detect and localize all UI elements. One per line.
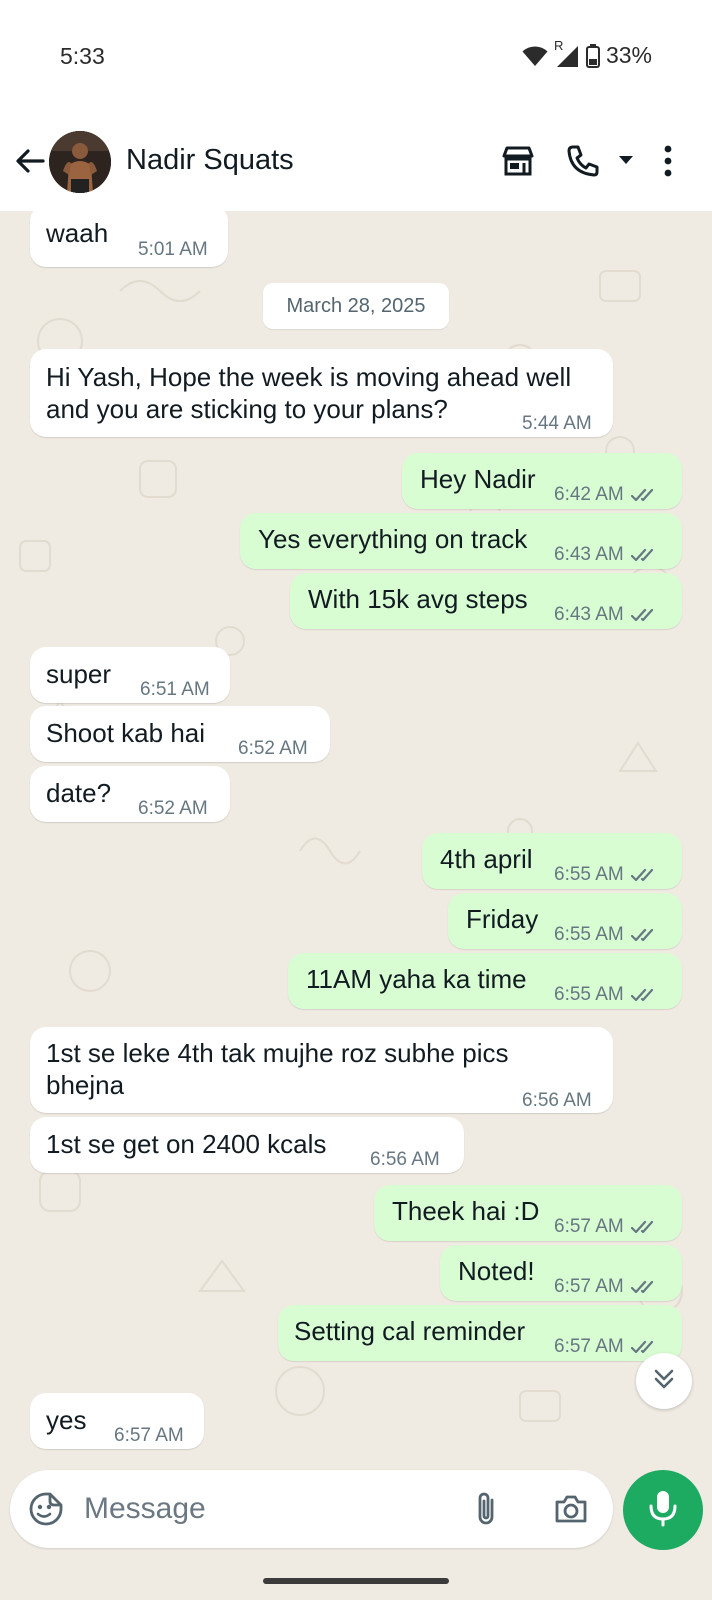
message-bubble-incoming[interactable]: 1st se get on 2400 kcals 6:56 AM [30,1117,464,1173]
phone-icon[interactable] [565,143,601,184]
message-bubble-outgoing[interactable]: Hey Nadir 6:42 AM [402,453,682,509]
status-time: 5:33 [60,43,105,69]
avatar[interactable] [49,131,111,193]
message-bubble-outgoing[interactable]: 4th april 6:55 AM [422,833,682,889]
message-time: 6:56 AM [522,1090,592,1111]
message-time: 6:52 AM [138,798,208,819]
message-bubble-incoming[interactable]: Hi Yash, Hope the week is moving ahead w… [30,349,613,437]
contact-name[interactable]: Nadir Squats [126,144,294,177]
message-composer[interactable]: Message [10,1470,613,1548]
message-time: 6:51 AM [140,679,210,700]
scroll-to-bottom-button[interactable] [636,1353,692,1409]
message-time: 6:56 AM [370,1149,440,1170]
message-bubble-outgoing[interactable]: With 15k avg steps 6:43 AM [290,573,682,629]
read-ticks-icon [630,988,653,1002]
read-ticks-icon [630,868,653,882]
message-time: 5:01 AM [138,239,208,260]
message-text: 4th april [440,844,533,874]
message-bubble-outgoing[interactable]: Friday 6:55 AM [448,893,682,949]
message-time: 6:43 AM [554,599,660,631]
message-text: Noted! [458,1256,535,1286]
message-time: 6:55 AM [554,919,660,951]
attach-paperclip-icon[interactable] [472,1490,500,1533]
more-vert-icon[interactable] [662,143,674,184]
cellular-signal-icon: R [554,38,580,68]
read-ticks-icon [630,1340,653,1354]
message-text-line-2: bhejna [46,1070,125,1100]
battery-percent: 33% [605,42,652,68]
message-bubble-outgoing[interactable]: Noted! 6:57 AM [440,1245,682,1301]
message-text: super [46,659,112,689]
message-time: 6:55 AM [554,979,660,1011]
message-time: 6:43 AM [554,539,660,571]
read-ticks-icon [630,928,653,942]
chat-area[interactable]: waah 5:01 AM March 28, 2025 Hi Yash, Hop… [0,211,712,1469]
roaming-label: R [553,37,564,53]
message-text-line-1: 1st se leke 4th tak mujhe roz subhe pics [46,1038,509,1068]
wifi-icon [522,45,548,67]
sticker-icon[interactable] [28,1491,64,1532]
message-time: 5:44 AM [522,413,592,434]
status-bar: 5:33 R 33% [0,0,712,115]
message-bubble-incoming[interactable]: Shoot kab hai 6:52 AM [30,706,330,762]
status-icons: R 33% [522,38,652,69]
double-chevron-down-icon [651,1366,677,1397]
message-text: Setting cal reminder [294,1316,526,1346]
message-time: 6:57 AM [114,1425,184,1446]
camera-icon[interactable] [553,1492,589,1531]
message-text: 1st se get on 2400 kcals [46,1129,327,1159]
message-bubble-outgoing[interactable]: 11AM yaha ka time 6:55 AM [288,953,682,1009]
message-text: Shoot kab hai [46,718,206,748]
read-ticks-icon [630,488,653,502]
message-input[interactable]: Message [84,1492,206,1526]
read-ticks-icon [630,1280,653,1294]
message-bubble-outgoing[interactable]: Theek hai :D 6:57 AM [374,1185,682,1241]
home-gesture-handle[interactable] [263,1578,449,1584]
message-bubble-incoming[interactable]: waah 5:01 AM [30,211,228,267]
message-text: Friday [466,904,539,934]
message-text: With 15k avg steps [308,584,528,614]
message-bubble-incoming[interactable]: yes 6:57 AM [30,1393,204,1449]
mic-button[interactable] [623,1470,703,1550]
message-bubble-incoming[interactable]: 1st se leke 4th tak mujhe roz subhe pics… [30,1027,613,1113]
message-bubble-outgoing[interactable]: Setting cal reminder 6:57 AM [278,1305,682,1361]
back-arrow-icon[interactable] [12,143,48,179]
message-text-line-2: and you are sticking to your plans? [46,394,448,424]
message-text: yes [46,1405,87,1435]
message-text: 11AM yaha ka time [306,964,527,994]
catalog-store-icon[interactable] [500,143,536,184]
message-text-line-1: Hi Yash, Hope the week is moving ahead w… [46,362,572,392]
read-ticks-icon [630,1220,653,1234]
date-chip: March 28, 2025 [263,283,449,329]
dropdown-caret-icon[interactable] [617,153,635,172]
message-time: 6:57 AM [554,1271,660,1303]
message-text: Theek hai :D [392,1196,540,1226]
message-bubble-outgoing[interactable]: Yes everything on track 6:43 AM [240,513,682,569]
message-time: 6:57 AM [554,1211,660,1243]
message-time: 6:42 AM [554,479,660,511]
mic-icon [648,1489,678,1532]
message-bubble-incoming[interactable]: date? 6:52 AM [30,766,230,822]
message-text: waah [46,218,109,248]
message-time: 6:57 AM [554,1331,660,1363]
read-ticks-icon [630,608,653,622]
message-text: Yes everything on track [258,524,528,554]
chat-header: Nadir Squats [0,115,712,211]
read-ticks-icon [630,548,653,562]
message-bubble-incoming[interactable]: super 6:51 AM [30,647,230,703]
message-text: date? [46,778,112,808]
battery-icon [585,43,600,68]
message-text: Hey Nadir [420,464,536,494]
message-time: 6:55 AM [554,859,660,891]
message-time: 6:52 AM [238,738,308,759]
